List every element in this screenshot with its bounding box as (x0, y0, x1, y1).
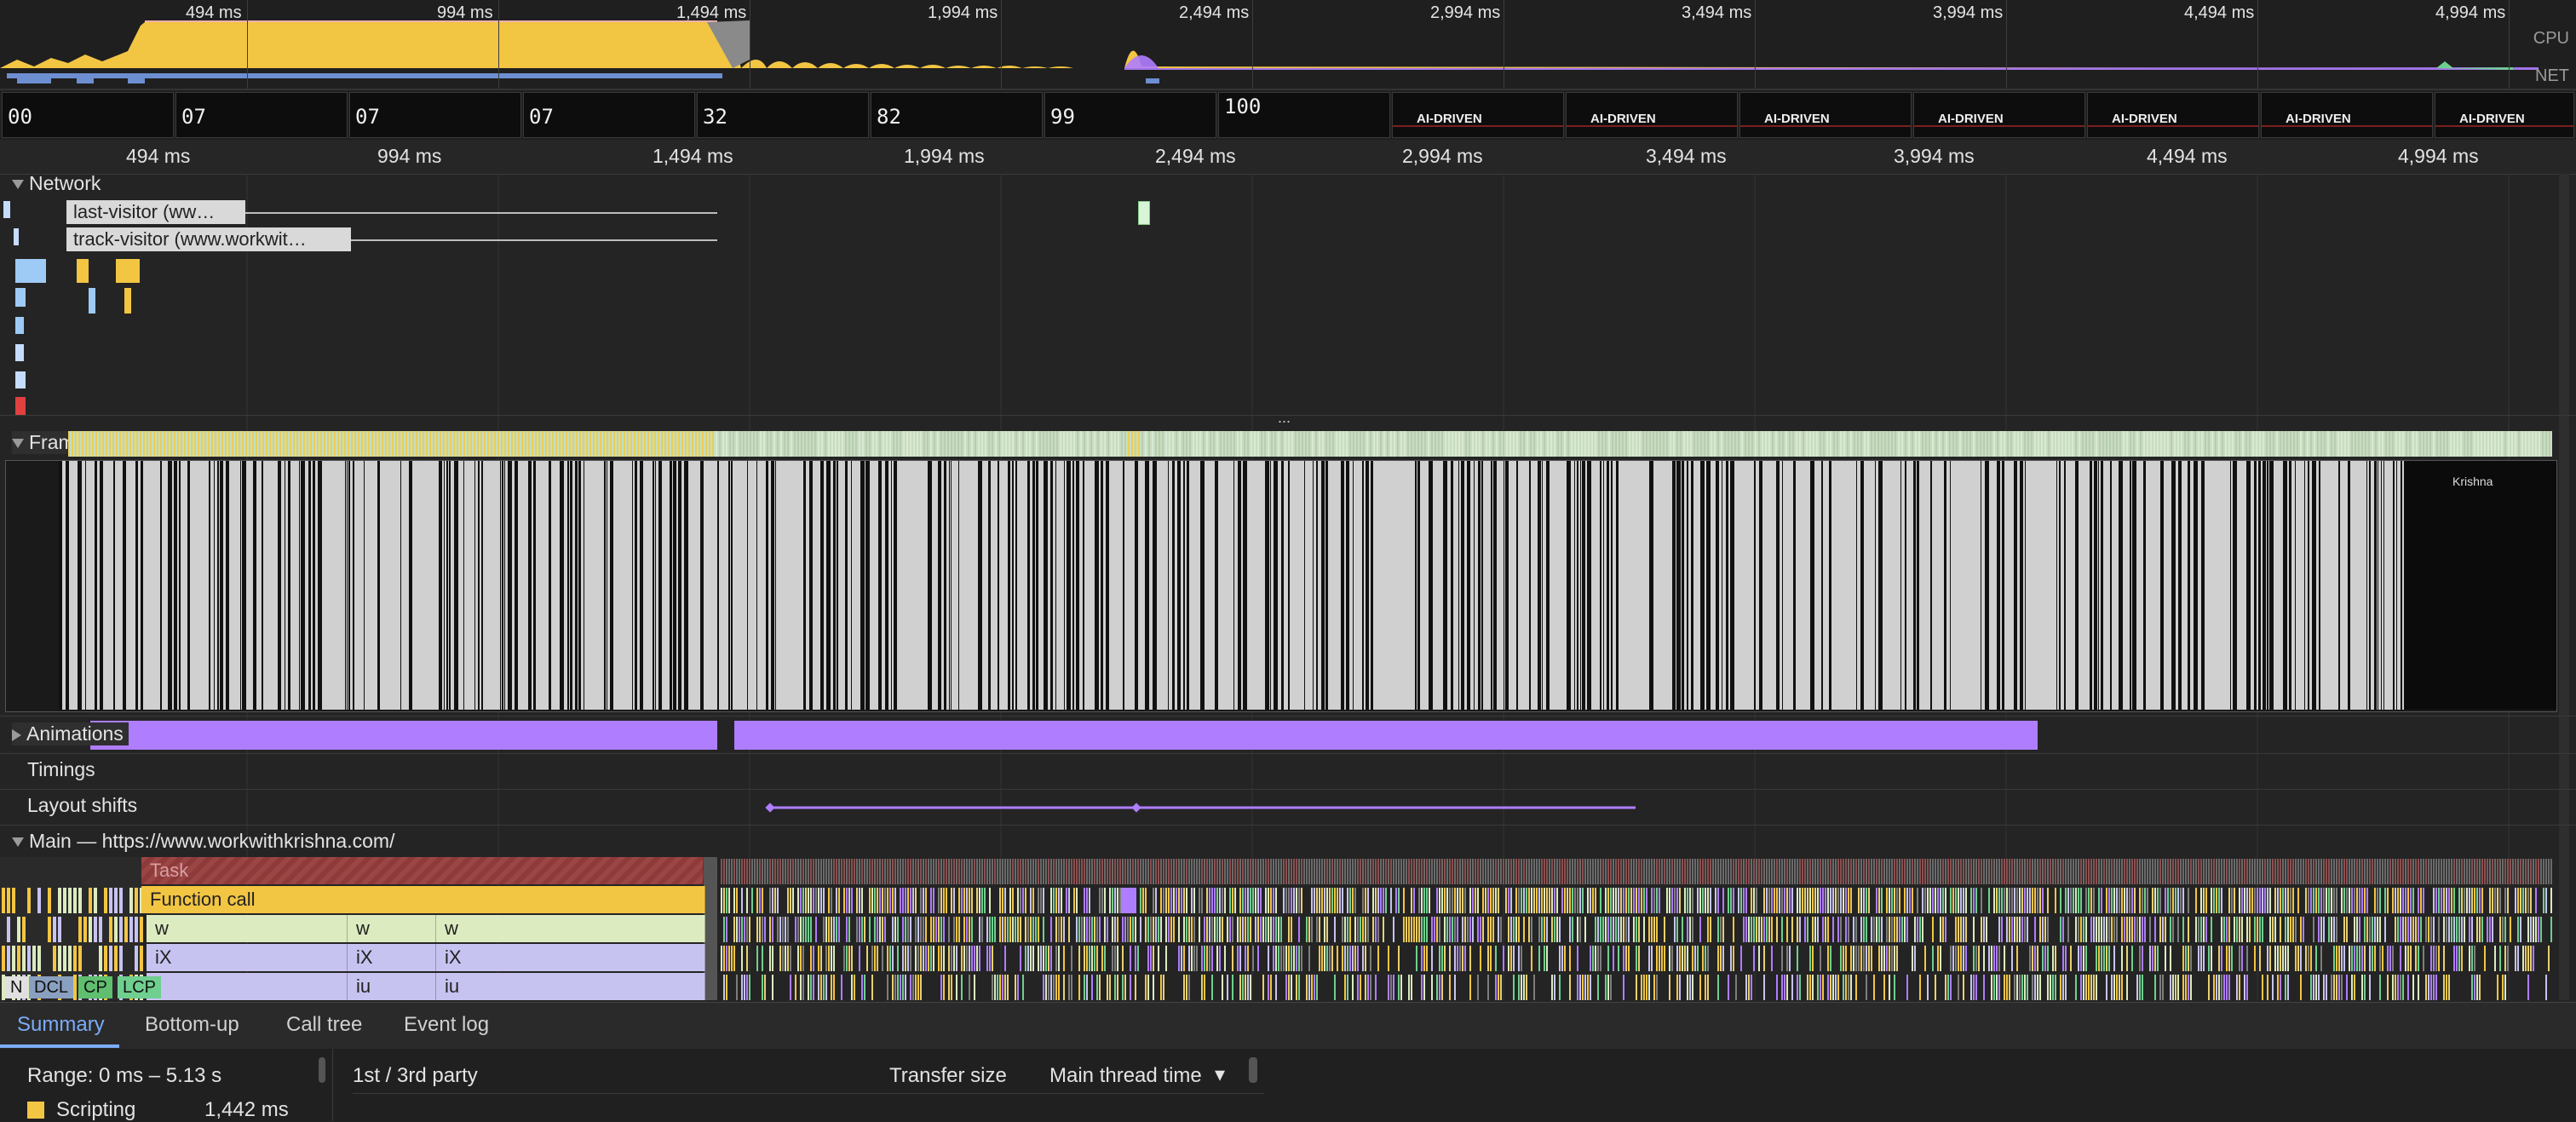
active-tab-indicator (0, 1044, 119, 1048)
filmstrip-frame[interactable]: 99 (1044, 92, 1216, 138)
flame-entry-w[interactable]: w (436, 915, 705, 942)
collapse-triangle-icon (12, 837, 24, 848)
animation-bar[interactable] (734, 721, 2038, 750)
filmstrip-frame[interactable]: 07 (523, 92, 695, 138)
ruler-tick: 2,994 ms (1402, 145, 1483, 167)
overview-tick: 494 ms (186, 3, 242, 22)
main-thread-header[interactable]: Main — https://www.workwithkrishna.com/ (12, 830, 394, 853)
overview-tick: 2,994 ms (1430, 3, 1501, 22)
animations-track-header[interactable]: Animations (12, 722, 129, 745)
frames-band[interactable] (68, 431, 2552, 457)
overview-tick: 1,994 ms (928, 3, 998, 22)
overview-tick: 1,494 ms (676, 3, 747, 22)
filmstrip-frame[interactable]: 32 (697, 92, 869, 138)
network-request-last-visitor[interactable]: last-visitor (ww… (66, 200, 245, 224)
function-call-entry[interactable]: Function call (141, 886, 705, 913)
flame-entry-w[interactable]: w (348, 915, 436, 942)
ruler-tick: 994 ms (377, 145, 442, 167)
summary-panel: Range: 0 ms – 5.13 s Scripting 1,442 ms … (0, 1049, 2576, 1121)
filmstrip-frame[interactable]: AI-DRIVEN (1913, 92, 2085, 138)
frame-bars (59, 461, 2452, 710)
main-thread-time-header[interactable]: Main thread time (1049, 1064, 1202, 1088)
tab-summary[interactable]: Summary (17, 1013, 105, 1037)
flame-entry-w[interactable]: w (147, 915, 348, 942)
time-ruler[interactable]: 494 ms 994 ms 1,494 ms 1,994 ms 2,494 ms… (0, 140, 2576, 175)
details-tab-bar: Summary Bottom-up Call tree Event log (0, 1002, 2576, 1050)
animation-bar[interactable] (90, 721, 717, 750)
splitter-handle[interactable] (319, 1057, 325, 1083)
collapse-triangle-icon (12, 439, 24, 449)
screenshot-filmstrip[interactable]: 00 07 07 07 32 82 99 100 AI-DRIVEN AI-DR… (0, 89, 2576, 141)
filmstrip-frame[interactable]: AI-DRIVEN (2261, 92, 2433, 138)
timeline-overview[interactable]: 494 ms 994 ms 1,494 ms 1,994 ms 2,494 ms… (0, 0, 2576, 89)
flame-entry-iu[interactable]: iu (348, 973, 436, 1000)
net-label: NET (2535, 66, 2569, 85)
overview-tick: 4,994 ms (2435, 3, 2506, 22)
flame-entry-ix[interactable]: iX (147, 944, 348, 971)
network-track-header[interactable]: Network (12, 172, 101, 195)
overview-tick: 2,494 ms (1179, 3, 1250, 22)
filmstrip-frame[interactable]: 07 (175, 92, 348, 138)
overview-tick: 4,494 ms (2184, 3, 2255, 22)
ruler-tick: 2,494 ms (1155, 145, 1236, 167)
scripting-swatch (27, 1102, 44, 1119)
flame-entry-blank[interactable] (147, 973, 348, 1000)
filmstrip-frame[interactable]: 07 (349, 92, 521, 138)
resize-handle[interactable]: ... (1278, 409, 1291, 427)
sort-descending-icon[interactable]: ▾ (1215, 1062, 1225, 1087)
filmstrip-frame[interactable]: AI-DRIVEN (1739, 92, 1912, 138)
timings-track-header[interactable]: Timings (27, 758, 95, 781)
ruler-tick: 4,994 ms (2398, 145, 2479, 167)
ruler-tick: 3,494 ms (1646, 145, 1727, 167)
filmstrip-frame[interactable]: AI-DRIVEN (2087, 92, 2259, 138)
flame-entry-ix[interactable]: iX (436, 944, 705, 971)
lcp-marker[interactable]: LCP (118, 976, 161, 998)
filmstrip-frame[interactable]: 100 (1218, 92, 1390, 138)
ruler-tick: 3,994 ms (1894, 145, 1975, 167)
flame-entry-ix[interactable]: iX (348, 944, 436, 971)
range-text: Range: 0 ms – 5.13 s (27, 1064, 222, 1087)
cpu-label: CPU (2533, 29, 2569, 48)
filmstrip-frame[interactable]: AI-DRIVEN (1566, 92, 1738, 138)
layout-shifts-track-header[interactable]: Layout shifts (27, 794, 137, 817)
party-column-header[interactable]: 1st / 3rd party (353, 1064, 478, 1088)
flame-entry-iu[interactable]: iu (436, 973, 705, 1000)
request-waiting-line (245, 212, 717, 214)
filmstrip-frame[interactable]: 00 (2, 92, 174, 138)
cp-marker[interactable]: CP (78, 976, 112, 998)
ruler-tick: 4,494 ms (2147, 145, 2228, 167)
overview-tick: 994 ms (437, 3, 493, 22)
network-request-track-visitor[interactable]: track-visitor (www.workwit… (66, 227, 351, 251)
ruler-tick: 494 ms (126, 145, 191, 167)
ruler-tick: 1,994 ms (904, 145, 985, 167)
category-value: 1,442 ms (204, 1098, 289, 1121)
filmstrip-frame[interactable]: AI-DRIVEN (2435, 92, 2574, 138)
filmstrip-frame[interactable]: 82 (871, 92, 1043, 138)
scrollbar-thumb[interactable] (1249, 1057, 1257, 1083)
overview-tick: 3,994 ms (1933, 3, 2004, 22)
transfer-size-header[interactable]: Transfer size (889, 1064, 1007, 1088)
network-request-small[interactable] (1138, 201, 1150, 225)
request-waiting-line (351, 239, 717, 241)
layout-shift-markers[interactable] (758, 797, 1644, 818)
tab-event-log[interactable]: Event log (404, 1013, 489, 1037)
category-label: Scripting (56, 1098, 136, 1121)
task-entry[interactable]: Task (141, 857, 704, 884)
navigation-marker[interactable]: N (5, 976, 28, 998)
filmstrip-frame[interactable]: AI-DRIVEN (1392, 92, 1564, 138)
collapse-triangle-icon (12, 180, 24, 190)
last-frame-thumbnail[interactable]: Krishna (2405, 461, 2556, 710)
dcl-marker[interactable]: DCL (29, 976, 74, 998)
tab-call-tree[interactable]: Call tree (286, 1013, 362, 1037)
tab-bottom-up[interactable]: Bottom-up (145, 1013, 239, 1037)
ruler-tick: 1,494 ms (653, 145, 733, 167)
expand-triangle-icon (12, 728, 21, 741)
overview-tick: 3,494 ms (1682, 3, 1752, 22)
thumbnail-caption: Krishna (2452, 475, 2493, 488)
frames-filmstrip[interactable]: Krishna (5, 460, 2557, 712)
